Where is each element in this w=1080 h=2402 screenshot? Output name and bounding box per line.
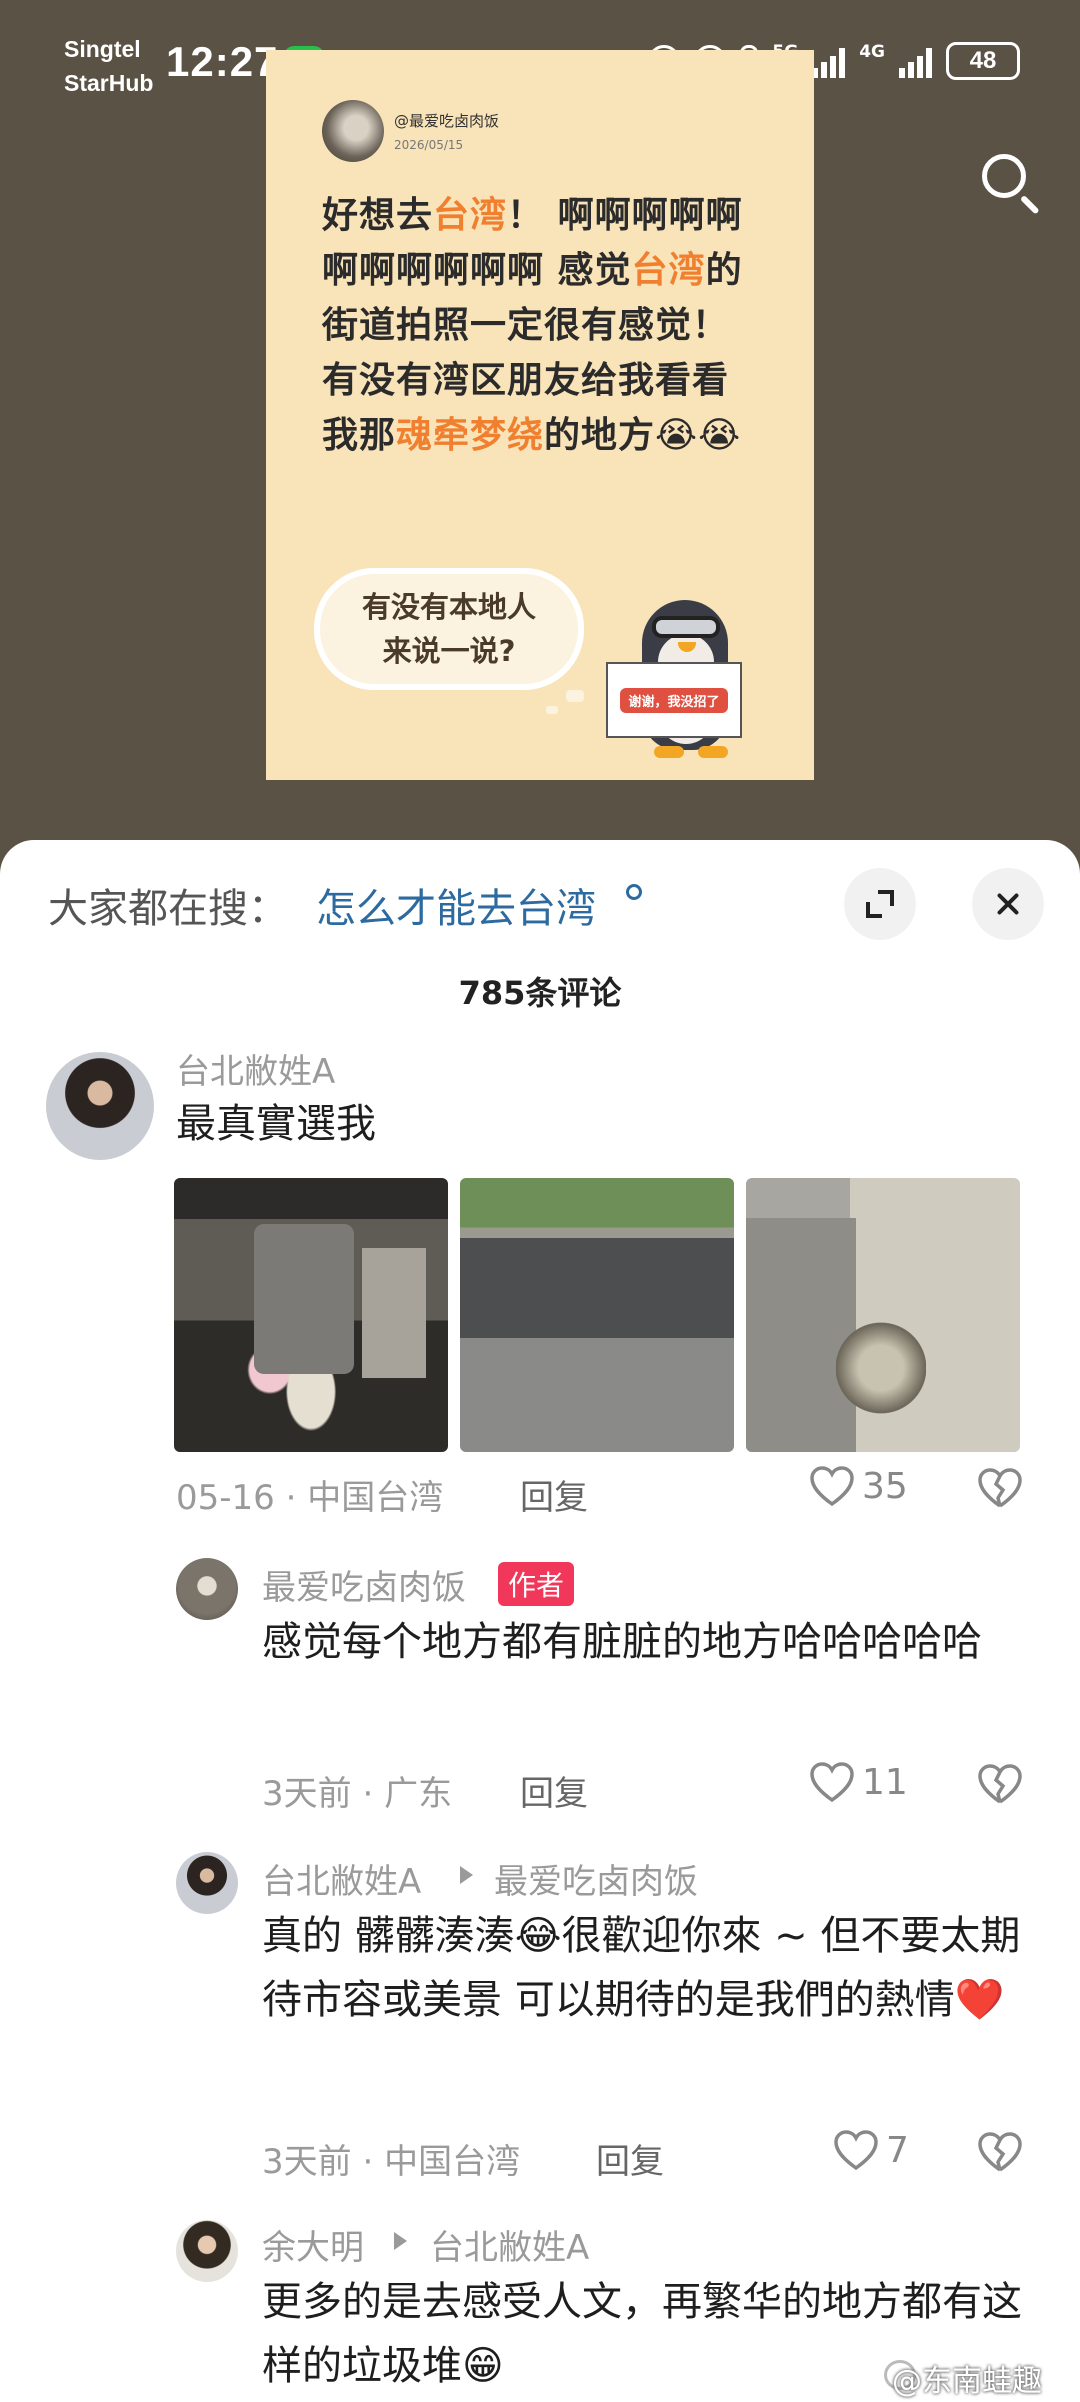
like-button[interactable]: 11 bbox=[808, 1760, 908, 1804]
penguin-illustration: 谢谢，我没招了 bbox=[606, 570, 766, 770]
like-count: 7 bbox=[886, 2129, 909, 2171]
battery-icon: 48 bbox=[946, 42, 1020, 80]
search-icon[interactable] bbox=[626, 884, 642, 900]
expand-button[interactable] bbox=[844, 868, 916, 940]
penguin-sign: 谢谢，我没招了 bbox=[606, 662, 742, 738]
watermark: @东南蛙趣 bbox=[892, 2364, 1042, 2399]
dislike-icon[interactable] bbox=[976, 1466, 1024, 1510]
post-image[interactable]: @最爱吃卤肉饭 2026/05/15 好想去台湾！ 啊啊啊啊啊啊啊啊啊啊啊 感觉… bbox=[266, 50, 814, 780]
post-date: 2026/05/15 bbox=[394, 138, 464, 152]
comment-sheet: 大家都在搜： 怎么才能去台湾 785条评论 台北敝姓A 最真實選我 05-16 … bbox=[0, 840, 1080, 2402]
comment-text: 感觉每个地方都有脏脏的地方哈哈哈哈哈 bbox=[262, 1619, 982, 1665]
reply-arrow-icon bbox=[460, 1866, 473, 1884]
author-badge: 作者 bbox=[498, 1562, 575, 1606]
like-count: 11 bbox=[862, 1761, 908, 1803]
close-button[interactable] bbox=[972, 868, 1044, 940]
dislike-icon[interactable] bbox=[976, 1762, 1024, 1806]
comment-text: 真的 髒髒湊湊😂很歡迎你來 ~ 但不要太期待市容或美景 可以期待的是我們的熱情❤… bbox=[262, 1913, 1021, 2023]
search-hint-label: 大家都在搜： bbox=[48, 886, 288, 932]
carrier-2: StarHub bbox=[64, 70, 154, 96]
heart-icon bbox=[834, 2130, 878, 2171]
reply-button[interactable]: 回复 bbox=[596, 2134, 664, 2183]
avatar[interactable] bbox=[46, 1052, 154, 1160]
avatar[interactable] bbox=[176, 2220, 238, 2282]
carrier-1: Singtel bbox=[64, 36, 141, 62]
search-button[interactable] bbox=[976, 150, 1046, 220]
comment-username[interactable]: 台北敝姓A bbox=[262, 1854, 421, 1903]
comment-meta: 3天前 · 中国台湾 bbox=[262, 2142, 521, 2182]
comment-username[interactable]: 台北敝姓A bbox=[176, 1044, 335, 1093]
speech-bubble: 有没有本地人 来说一说? bbox=[314, 568, 584, 690]
heart-icon bbox=[810, 1762, 854, 1803]
comment-count: 785条评论 bbox=[458, 974, 622, 1012]
avatar[interactable] bbox=[176, 1852, 238, 1914]
reply-button[interactable]: 回复 bbox=[520, 1470, 588, 1519]
signal-icon bbox=[812, 44, 846, 78]
comment-photo-2[interactable] bbox=[460, 1178, 734, 1452]
search-icon bbox=[982, 154, 1026, 198]
comment-meta: 3天前 · 广东 bbox=[262, 1774, 453, 1814]
carrier-label: Singtel StarHub bbox=[64, 32, 153, 100]
like-button[interactable]: 35 bbox=[808, 1464, 908, 1508]
comment-username[interactable]: 最爱吃卤肉饭 bbox=[262, 1560, 466, 1609]
comment-username[interactable]: 余大明 bbox=[262, 2220, 364, 2269]
post-username: @最爱吃卤肉饭 bbox=[394, 112, 500, 130]
search-hint-query[interactable]: 怎么才能去台湾 bbox=[316, 876, 596, 934]
comment-meta: 05-16 · 中国台湾 bbox=[176, 1478, 444, 1518]
comment-photo-3[interactable] bbox=[746, 1178, 1020, 1452]
avatar[interactable] bbox=[176, 1558, 238, 1620]
comment-photo-1[interactable] bbox=[174, 1178, 448, 1452]
reply-button[interactable]: 回复 bbox=[520, 1766, 588, 1815]
like-button[interactable]: 7 bbox=[832, 2128, 909, 2172]
clock: 12:27 bbox=[166, 38, 279, 85]
network-label-4g: 4G bbox=[859, 42, 885, 62]
signal-icon-2 bbox=[899, 44, 932, 78]
reply-to-username[interactable]: 台北敝姓A bbox=[430, 2220, 589, 2269]
like-count: 35 bbox=[862, 1465, 908, 1507]
heart-icon bbox=[810, 1466, 854, 1507]
post-avatar bbox=[322, 100, 384, 162]
dislike-icon[interactable] bbox=[976, 2130, 1024, 2174]
comment-text: 最真實選我 bbox=[176, 1101, 376, 1147]
reply-to-username[interactable]: 最爱吃卤肉饭 bbox=[494, 1854, 698, 1903]
reply-arrow-icon bbox=[394, 2232, 407, 2250]
post-text: 好想去台湾！ 啊啊啊啊啊啊啊啊啊啊啊 感觉台湾的街道拍照一定很有感觉！有没有湾区… bbox=[322, 195, 743, 456]
